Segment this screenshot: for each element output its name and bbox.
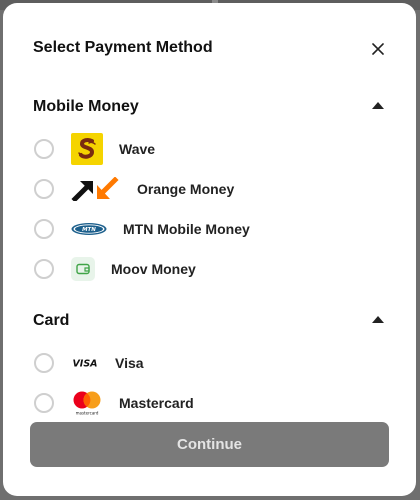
radio-wave[interactable]	[34, 139, 54, 159]
option-list-mobile-money: Wave Orange Money MTN MTN Mobile Money M…	[33, 129, 386, 289]
svg-text:VISA: VISA	[72, 359, 97, 370]
option-wave[interactable]: Wave	[33, 129, 386, 169]
section-card: Card VISA Visa mastercard Mastercard	[33, 307, 386, 423]
modal-header: Select Payment Method	[33, 3, 386, 93]
wallet-icon	[71, 257, 95, 281]
mastercard-logo-icon: mastercard	[71, 390, 103, 416]
svg-text:MTN: MTN	[82, 227, 96, 233]
payment-method-modal: Select Payment Method Mobile Money Wave …	[3, 3, 416, 496]
option-mtn-mobile-money[interactable]: MTN MTN Mobile Money	[33, 209, 386, 249]
option-visa[interactable]: VISA Visa	[33, 343, 386, 383]
section-title-mobile-money: Mobile Money	[33, 98, 139, 115]
section-mobile-money: Mobile Money Wave Orange Money MTN MTN M…	[33, 93, 386, 289]
option-list-card: VISA Visa mastercard Mastercard	[33, 343, 386, 423]
section-header-card[interactable]: Card	[33, 307, 386, 335]
radio-mastercard[interactable]	[34, 393, 54, 413]
option-mastercard[interactable]: mastercard Mastercard	[33, 383, 386, 423]
radio-orange-money[interactable]	[34, 179, 54, 199]
radio-mtn-mobile-money[interactable]	[34, 219, 54, 239]
section-header-mobile-money[interactable]: Mobile Money	[33, 93, 386, 121]
option-label-wave: Wave	[119, 141, 156, 157]
caret-up-icon	[372, 316, 384, 323]
continue-button[interactable]: Continue	[30, 422, 389, 467]
radio-moov-money[interactable]	[34, 259, 54, 279]
svg-text:mastercard: mastercard	[76, 411, 99, 416]
option-label-mastercard: Mastercard	[119, 395, 194, 411]
close-icon	[372, 43, 384, 55]
close-button[interactable]	[366, 37, 390, 61]
option-orange-money[interactable]: Orange Money	[33, 169, 386, 209]
option-label-visa: Visa	[115, 355, 144, 371]
option-label-moov-money: Moov Money	[111, 261, 196, 277]
caret-up-icon	[372, 102, 384, 109]
option-moov-money[interactable]: Moov Money	[33, 249, 386, 289]
option-label-orange-money: Orange Money	[137, 181, 235, 197]
mtn-logo-icon: MTN	[71, 222, 107, 236]
modal-title: Select Payment Method	[33, 39, 213, 56]
visa-logo-icon: VISA	[71, 356, 99, 370]
option-label-mtn-mobile-money: MTN Mobile Money	[123, 221, 250, 237]
radio-visa[interactable]	[34, 353, 54, 373]
section-title-card: Card	[33, 312, 70, 329]
wave-logo-icon	[71, 133, 103, 165]
orange-money-logo-icon	[71, 177, 121, 201]
